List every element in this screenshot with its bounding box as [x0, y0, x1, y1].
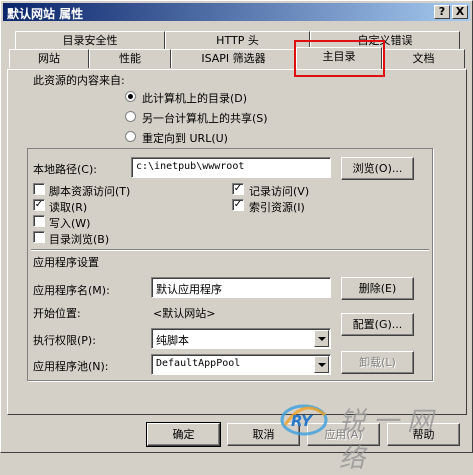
app-settings-heading: 应用程序设置	[33, 256, 99, 269]
index-resource-label[interactable]: 索引资源(I)	[249, 199, 305, 215]
index-resource-checkbox[interactable]: ✓	[232, 199, 244, 211]
ok-button[interactable]: 确定	[146, 422, 221, 447]
local-path-label: 本地路径(C):	[33, 163, 97, 176]
window-title: 默认网站 属性	[7, 7, 84, 21]
read-checkbox[interactable]: ✓	[33, 199, 45, 211]
tab-performance[interactable]: 性能	[89, 49, 171, 68]
app-pool-value: DefaultAppPool	[156, 358, 241, 369]
watermark-logo: RY	[280, 404, 328, 436]
watermark-text: 锐一网络	[339, 407, 442, 474]
tab-highlight-frame	[294, 40, 385, 77]
start-point-label: 开始位置:	[33, 307, 81, 320]
app-pool-select[interactable]: DefaultAppPool	[151, 354, 331, 375]
read-label[interactable]: 读取(R)	[49, 199, 87, 215]
start-point-value: <默认网站>	[153, 307, 216, 320]
log-visits-checkbox[interactable]: ✓	[232, 183, 244, 195]
close-button[interactable]: X	[452, 5, 468, 19]
chevron-down-icon[interactable]	[314, 356, 329, 373]
execute-permissions-value: 纯脚本	[156, 334, 189, 347]
remove-button[interactable]: 删除(E)	[341, 277, 414, 300]
browse-button[interactable]: 浏览(O)...	[341, 157, 414, 180]
write-checkbox[interactable]	[33, 215, 45, 227]
execute-permissions-label: 执行权限(P):	[33, 334, 96, 347]
svg-text:RY: RY	[291, 412, 314, 430]
script-source-access-checkbox[interactable]	[33, 183, 45, 195]
app-name-label: 应用程序名(M):	[33, 284, 110, 297]
tab-directory-security[interactable]: 目录安全性	[15, 31, 165, 50]
directory-browsing-checkbox[interactable]	[33, 231, 45, 243]
radio-redirect-url-label[interactable]: 重定向到 URL(U)	[142, 130, 228, 146]
configuration-button[interactable]: 配置(G)...	[341, 313, 414, 336]
tab-isapi-filters[interactable]: ISAPI 筛选器	[171, 49, 296, 68]
unload-button[interactable]: 卸载(L)	[341, 351, 414, 374]
radio-network-share[interactable]	[125, 111, 136, 122]
radio-local-directory[interactable]	[125, 91, 136, 102]
app-name-input[interactable]: 默认应用程序	[151, 277, 331, 298]
radio-redirect-url[interactable]	[125, 131, 136, 142]
tab-documents[interactable]: 文档	[382, 49, 465, 68]
tab-website[interactable]: 网站	[9, 49, 89, 68]
script-source-access-label[interactable]: 脚本资源访问(T)	[49, 183, 130, 199]
write-label[interactable]: 写入(W)	[49, 215, 90, 231]
tab-http-headers[interactable]: HTTP 头	[165, 31, 310, 50]
execute-permissions-select[interactable]: 纯脚本	[151, 328, 331, 349]
local-path-input[interactable]: c:\inetpub\wwwroot	[131, 157, 331, 178]
content-source-heading: 此资源的内容来自:	[33, 74, 125, 87]
app-pool-label: 应用程序池(N):	[33, 360, 109, 373]
log-visits-label[interactable]: 记录访问(V)	[249, 183, 309, 199]
directory-browsing-label[interactable]: 目录浏览(B)	[49, 231, 109, 247]
radio-local-directory-label[interactable]: 此计算机上的目录(D)	[142, 90, 247, 106]
properties-dialog: 默认网站 属性 ? X 目录安全性 HTTP 头 自定义错误 网站 性能 ISA…	[0, 0, 473, 474]
radio-network-share-label[interactable]: 另一台计算机上的共享(S)	[142, 110, 268, 126]
chevron-down-icon[interactable]	[314, 330, 329, 347]
help-title-button[interactable]: ?	[434, 5, 450, 19]
title-bar: 默认网站 属性 ? X	[3, 3, 470, 21]
divider	[31, 249, 429, 251]
